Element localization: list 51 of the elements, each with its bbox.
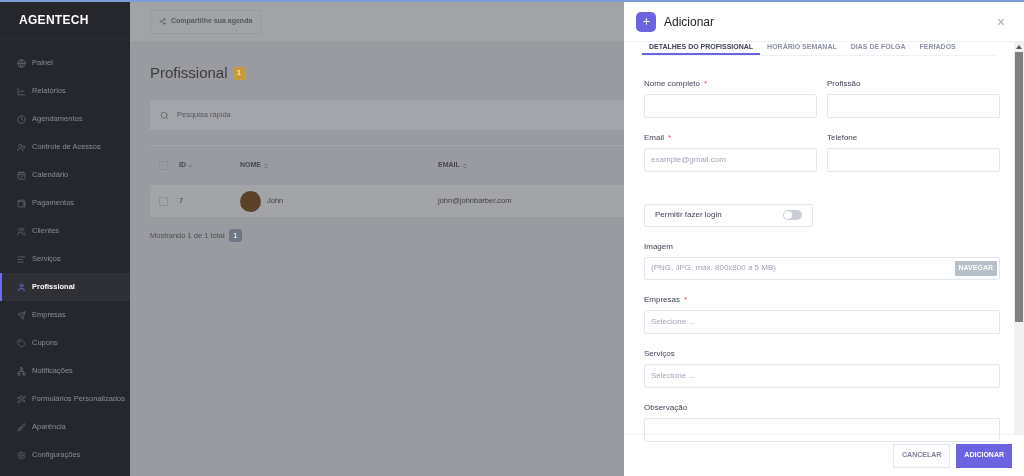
textarea-field[interactable] [644, 417, 1000, 442]
select-field[interactable]: Selecione ... [644, 309, 1000, 334]
field-label: Profissão [827, 77, 861, 90]
close-icon[interactable] [996, 16, 1006, 27]
field-label: Empresas [644, 293, 680, 306]
tag-icon [17, 338, 26, 348]
file-input[interactable]: (PNG, JPG, máx. 800x800 a 5 MB) [651, 262, 776, 274]
required-mark: * [684, 293, 688, 306]
wallet-icon [17, 198, 26, 208]
field-label: Nome completo [644, 77, 701, 90]
user-icon [17, 282, 26, 292]
send-icon [17, 310, 26, 320]
user-plus-icon [17, 142, 26, 152]
page-title: Profissional [150, 62, 228, 83]
globe-icon [17, 58, 26, 68]
chart-icon [17, 86, 26, 96]
plus-icon [636, 11, 656, 32]
sort-icon[interactable] [187, 162, 193, 169]
text-input[interactable] [827, 93, 1000, 118]
login-toggle[interactable] [783, 210, 802, 220]
required-mark: * [668, 131, 672, 144]
calendar-icon [17, 170, 26, 180]
sort-icon[interactable] [461, 162, 468, 169]
required-mark: * [704, 77, 708, 90]
page-badge[interactable]: 1 [228, 229, 242, 242]
avatar [240, 190, 261, 212]
field-label: Telefone [827, 131, 858, 144]
text-input[interactable]: example@gmail.com [644, 147, 817, 172]
scroll-up-icon[interactable] [1016, 45, 1022, 49]
search-icon [160, 110, 169, 120]
scrollbar-thumb[interactable] [1015, 52, 1023, 322]
share-icon [159, 18, 166, 25]
clock-icon [17, 114, 26, 124]
logo: AGENTECH [19, 12, 89, 29]
network-icon [17, 366, 26, 376]
toggle-label: Permitir fazer login [655, 209, 722, 221]
field-label: Imagem [644, 240, 673, 253]
field-label: Serviços [644, 347, 675, 360]
list-icon [17, 254, 26, 264]
field-label: Email [644, 131, 664, 144]
settings-icon [17, 450, 26, 460]
wand-icon [17, 394, 26, 404]
sort-icon[interactable] [263, 162, 269, 169]
text-input[interactable] [827, 147, 1000, 172]
field-label: Observação [644, 401, 688, 414]
text-input[interactable] [644, 93, 817, 118]
select-field[interactable]: Selecione ... [644, 363, 1000, 388]
drawer-title: Adicionar [664, 13, 715, 31]
count-badge: 1 [232, 66, 246, 80]
brush-icon [17, 422, 26, 432]
users-icon [17, 226, 26, 236]
